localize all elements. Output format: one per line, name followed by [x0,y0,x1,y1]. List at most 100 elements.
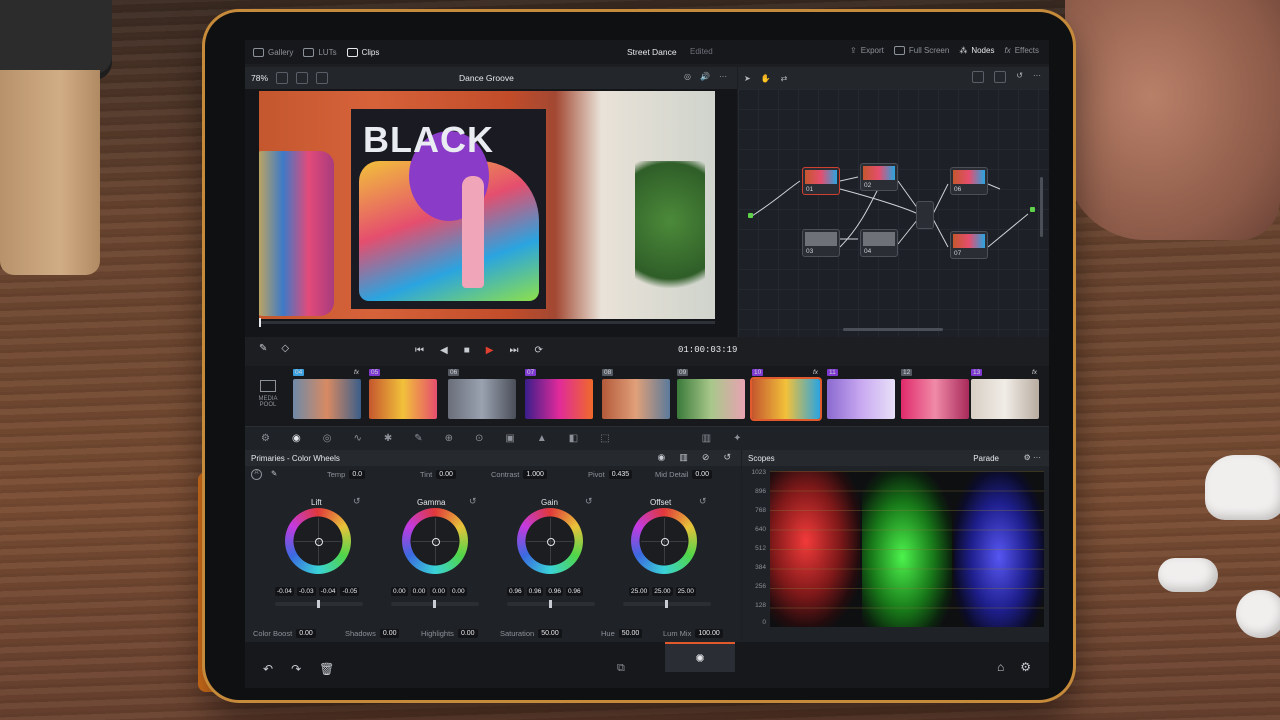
clip-thumbnail[interactable]: 11 [827,369,895,419]
pointer-icon[interactable]: ➤ [744,74,751,83]
video-viewer[interactable]: BLACK [245,89,737,337]
loop-icon[interactable]: ⟳ [534,345,542,356]
saturation-value[interactable]: 50.00 [538,629,562,638]
picker-icon[interactable]: ✎ [271,469,277,478]
temp-value[interactable]: 0.0 [349,470,366,479]
split-view-icon[interactable] [296,72,309,84]
home-icon[interactable]: ⌂ [997,660,1004,674]
gamma-wheel[interactable] [402,508,468,574]
stop-icon[interactable]: ■ [464,345,470,356]
clip-thumbnail[interactable]: 07 [525,369,593,419]
node-07[interactable]: 07 [950,231,988,259]
clip-thumbnail[interactable]: 12 [901,369,969,419]
clip-thumbnail[interactable]: 06 [448,369,516,419]
color-wheels-icon[interactable]: ◉ [292,433,301,444]
auto-balance-icon[interactable]: A [251,469,262,480]
reverse-play-icon[interactable]: ◀ [440,345,448,356]
more-icon[interactable]: ··· [719,72,727,81]
hand-icon[interactable]: ✋ [761,74,771,83]
gallery-tab[interactable]: Gallery [253,47,293,57]
color-warper-icon[interactable]: ✱ [384,433,392,444]
color-picker-icon[interactable]: ◎ [684,72,691,81]
scrub-bar[interactable] [259,318,715,327]
layers-icon[interactable]: ◇ [281,343,289,354]
hue-value[interactable]: 50.00 [618,629,643,638]
eyedropper-icon[interactable]: ✎ [259,343,267,354]
node-04[interactable]: 04 [860,229,898,257]
node-link-icon[interactable]: ⇄ [781,74,788,83]
effects-panel-icon[interactable]: ✦ [733,433,741,444]
gain-master-slider[interactable] [507,600,595,608]
clip-thumbnail[interactable]: 08 [602,369,670,419]
lummix-value[interactable]: 100.00 [695,629,723,638]
cut-page-icon[interactable]: ⧉ [617,662,625,675]
node-03[interactable]: 03 [802,229,840,257]
clips-tab[interactable]: Clips [346,47,379,57]
bars-mode-icon[interactable]: ▥ [679,452,688,463]
sizing-icon[interactable]: ⬚ [600,433,609,444]
node-panel-icon[interactable] [994,71,1007,83]
nodes-button[interactable]: ⁂ Nodes [959,46,994,55]
curves-icon[interactable]: ∿ [353,433,361,444]
audio-icon[interactable]: 🔊 [700,72,710,81]
blur-icon[interactable]: ▲ [537,433,547,444]
lift-reset-icon[interactable]: ↺ [353,496,361,507]
lift-wheel[interactable] [285,508,351,574]
magic-mask-icon[interactable]: ▣ [505,433,514,444]
clip-thumbnail[interactable]: 10 fx [750,369,822,421]
node-more-icon[interactable]: ··· [1033,71,1041,83]
redo-icon[interactable]: ↷ [291,662,301,676]
shadows-value[interactable]: 0.00 [379,629,400,638]
skip-start-icon[interactable]: ⏮ [415,345,424,356]
tint-value[interactable]: 0.00 [436,470,456,479]
gamma-master-slider[interactable] [391,600,479,608]
export-button[interactable]: ⇪ Export [850,46,884,55]
scope-mode-select[interactable]: Parade [973,454,999,463]
primaries-reset-icon[interactable]: ↺ [723,452,731,463]
node-graph[interactable]: 01 02 03 04 06 07 [738,89,1049,337]
wheels-mode-icon[interactable]: ◉ [658,452,666,463]
highlights-value[interactable]: 0.00 [457,629,478,638]
gain-wheel[interactable] [517,508,583,574]
zoom-level[interactable]: 78% [251,73,268,83]
window-icon[interactable]: ⊕ [445,433,453,444]
luts-tab[interactable]: LUTs [303,47,337,57]
middetail-value[interactable]: 0.00 [692,470,712,479]
lift-master-slider[interactable] [275,600,363,608]
tracker-icon[interactable]: ⊙ [475,433,483,444]
skip-end-icon[interactable]: ⏭ [509,345,518,356]
clip-thumbnail[interactable]: 04 fx [293,369,361,419]
pivot-value[interactable]: 0.435 [608,470,633,479]
mixer-node[interactable] [916,201,934,229]
effects-button[interactable]: fx Effects [1004,46,1039,55]
fullscreen-button[interactable]: Full Screen [893,46,949,55]
node-06[interactable]: 06 [950,167,988,195]
settings-icon[interactable]: ⚙ [1020,660,1031,674]
clip-thumbnail[interactable]: 05 [369,369,437,419]
input-port[interactable] [748,213,753,218]
gamma-reset-icon[interactable]: ↺ [469,496,477,507]
clip-thumbnail[interactable]: 09 [677,369,745,419]
node-horizontal-scrollbar[interactable] [843,328,943,331]
node-view-icon[interactable] [972,71,985,83]
contrast-value[interactable]: 1.000 [523,470,547,479]
hdr-icon[interactable]: ◎ [323,433,332,444]
undo-icon[interactable]: ↶ [263,662,273,676]
delete-icon[interactable]: 🗑 [319,662,334,676]
playhead[interactable] [259,318,261,327]
node-01[interactable]: 01 [802,167,840,195]
media-pool-button[interactable]: MEDIA POOL [253,376,283,416]
compare-view-icon[interactable] [316,72,329,84]
key-icon[interactable]: ◧ [569,433,578,444]
qualifier-icon[interactable]: ✎ [414,433,422,444]
camera-raw-icon[interactable]: ⚙ [261,433,270,444]
offset-wheel[interactable] [631,508,697,574]
colorboost-value[interactable]: 0.00 [296,629,316,638]
clip-thumbnail[interactable]: 13 fx [971,369,1039,419]
output-port[interactable] [1030,207,1035,212]
node-vertical-scrollbar[interactable] [1040,177,1043,237]
node-02[interactable]: 02 [860,163,898,191]
offset-master-slider[interactable] [623,600,711,608]
scope-settings-icon[interactable]: ⚙ ··· [1024,453,1041,462]
log-mode-icon[interactable]: ⊘ [702,452,710,463]
